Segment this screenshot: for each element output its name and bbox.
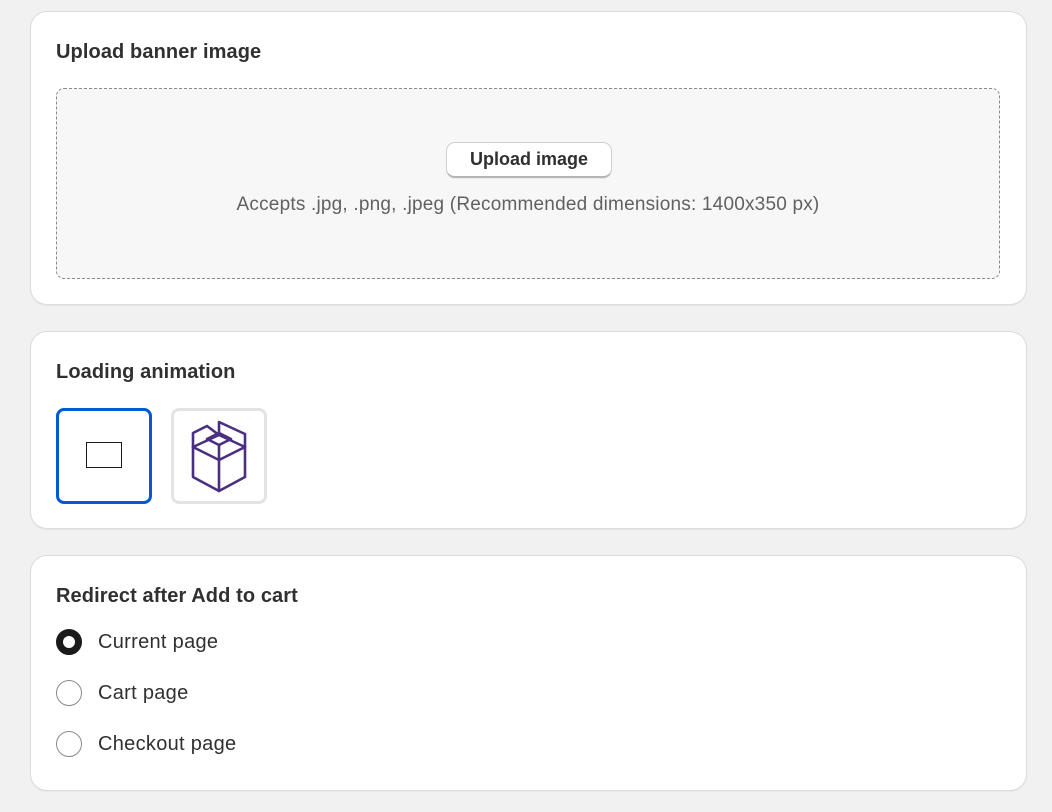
upload-banner-card: Upload banner image Upload image Accepts… bbox=[31, 12, 1026, 304]
loading-animation-title: Loading animation bbox=[56, 361, 236, 383]
box-package-icon bbox=[191, 420, 247, 493]
animation-option-box[interactable] bbox=[171, 408, 267, 504]
radio-option-cart-page[interactable]: Cart page bbox=[56, 678, 189, 708]
upload-hint-text: Accepts .jpg, .png, .jpeg (Recommended d… bbox=[236, 194, 820, 215]
radio-option-current-page[interactable]: Current page bbox=[56, 627, 218, 657]
radio-option-checkout-page[interactable]: Checkout page bbox=[56, 729, 236, 759]
image-dropzone[interactable]: Upload image Accepts .jpg, .png, .jpeg (… bbox=[56, 88, 1000, 279]
radio-label: Checkout page bbox=[98, 732, 237, 755]
radio-label: Cart page bbox=[98, 681, 189, 704]
loading-animation-card: Loading animation bbox=[31, 332, 1026, 528]
upload-banner-title: Upload banner image bbox=[56, 41, 262, 63]
radio-label: Current page bbox=[98, 630, 219, 653]
redirect-card: Redirect after Add to cart Current page … bbox=[31, 556, 1026, 790]
radio-unselected-icon[interactable] bbox=[56, 731, 82, 757]
radio-unselected-icon[interactable] bbox=[56, 680, 82, 706]
blank-rectangle-icon bbox=[86, 442, 122, 468]
animation-option-blank[interactable] bbox=[56, 408, 152, 504]
radio-selected-icon[interactable] bbox=[56, 629, 82, 655]
upload-image-button[interactable]: Upload image bbox=[446, 142, 612, 178]
redirect-title: Redirect after Add to cart bbox=[56, 585, 298, 607]
